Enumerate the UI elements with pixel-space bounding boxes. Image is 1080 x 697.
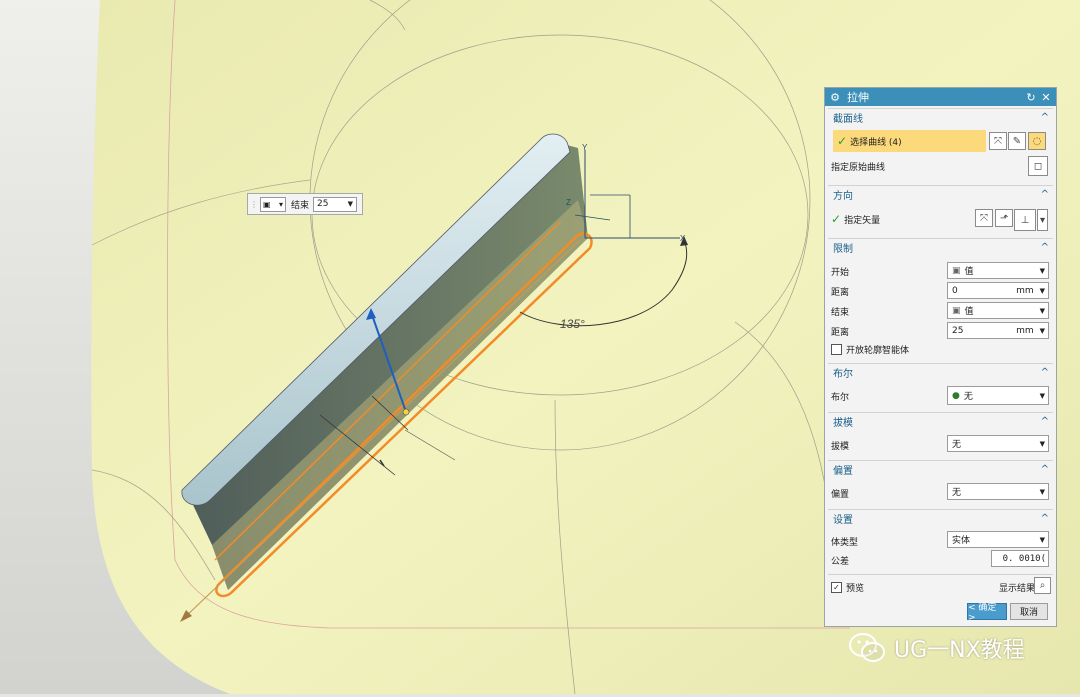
start-distance-input[interactable]: 0 mm ▼ [947, 282, 1049, 299]
direction-group: 方向 ^ [828, 185, 1053, 203]
specify-origin-row: 指定原始曲线 [831, 163, 886, 173]
body-type-label: 体类型 [831, 538, 859, 548]
curve-select-icon[interactable]: ◌ [1028, 132, 1046, 150]
start-type-select[interactable]: ▣ 值 ▼ [947, 262, 1049, 279]
limits-header[interactable]: 限制 ^ [828, 238, 1053, 256]
x-axis-label: X [680, 234, 686, 243]
offset-group: 偏置 ^ [828, 460, 1053, 478]
end-distance-input[interactable]: 25 mm ▼ [947, 322, 1049, 339]
watermark: UG一NX教程 [848, 628, 1025, 668]
tolerance-label: 公差 [831, 557, 850, 567]
grip-icon[interactable]: ⋮ [250, 200, 258, 209]
end-distance-handle-box: ⋮ ▣ ▾ 结束 25 ▼ [247, 193, 363, 215]
direction-header[interactable]: 方向 ^ [828, 185, 1053, 203]
boolean-icon: ● [952, 390, 960, 401]
settings-header[interactable]: 设置 ^ [828, 509, 1053, 527]
dialog-title: 拉伸 [847, 91, 869, 104]
open-profile-checkbox[interactable] [831, 344, 842, 355]
magnifier-icon[interactable]: ⌕ [1034, 577, 1051, 594]
tolerance-input[interactable]: 0. 0010( [991, 550, 1049, 567]
cube-icon: ▣ [952, 265, 961, 276]
body-type-select[interactable]: 实体 ▼ [947, 531, 1049, 548]
vector-type-icon[interactable]: ⊥ [1014, 209, 1036, 231]
cube-icon: ▣ [952, 305, 961, 316]
preview-checkbox[interactable]: ✓ [831, 582, 842, 593]
offset-header[interactable]: 偏置 ^ [828, 460, 1053, 478]
check-icon: ✓ [837, 134, 848, 148]
select-curve-row[interactable]: ✓ 选择曲线 (4) [833, 130, 986, 152]
dialog-titlebar: ⚙ 拉伸 ↻ ✕ [825, 88, 1056, 106]
offset-select[interactable]: 无 ▼ [947, 483, 1049, 500]
y-axis-label: Y [582, 143, 588, 152]
z-axis-label: Z [566, 198, 571, 207]
draft-group: 拔模 ^ [828, 412, 1053, 430]
boolean-header[interactable]: 布尔 ^ [828, 363, 1053, 381]
check-icon: ✓ [831, 212, 842, 226]
handle-label: 结束 [291, 200, 310, 211]
sketch-section-icon[interactable]: ✎ [1008, 132, 1026, 150]
vector-dialog-icon[interactable]: ⬏ [995, 209, 1013, 227]
end-type-select[interactable]: ▣ 值 ▼ [947, 302, 1049, 319]
limits-group: 限制 ^ [828, 238, 1053, 256]
preview-row[interactable]: ✓ 预览 [831, 581, 864, 594]
reset-icon[interactable]: ↻ [1025, 91, 1037, 104]
offset-label: 偏置 [831, 490, 850, 500]
wechat-icon [849, 633, 885, 662]
end-distance-label: 距离 [831, 328, 850, 338]
gear-icon[interactable]: ⚙ [829, 91, 841, 104]
start-distance-label: 距离 [831, 288, 850, 298]
section-group: 截面线 ^ [828, 108, 1053, 126]
angle-label: 135° [560, 317, 585, 331]
section-header[interactable]: 截面线 ^ [828, 108, 1053, 126]
specify-vector-row: ✓ 指定矢量 [831, 212, 881, 226]
reverse-direction-icon[interactable]: ⤧ [975, 209, 993, 227]
draft-label: 拔模 [831, 442, 850, 452]
origin-curve-icon[interactable]: ◻ [1028, 156, 1048, 176]
draft-select[interactable]: 无 ▼ [947, 435, 1049, 452]
end-label: 结束 [831, 308, 850, 318]
settings-group: 设置 ^ [828, 509, 1053, 527]
close-icon[interactable]: ✕ [1040, 91, 1052, 104]
value-type-dropdown[interactable]: ▣ ▾ [260, 196, 286, 212]
cancel-button[interactable]: 取消 [1010, 603, 1048, 620]
curve-rule-icon[interactable]: ⤧ [989, 132, 1007, 150]
handle-value-input[interactable]: 25 ▼ [313, 196, 358, 212]
open-profile-row[interactable]: 开放轮廓智能体 [831, 343, 909, 356]
start-label: 开始 [831, 268, 850, 278]
boolean-select[interactable]: ● 无 ▼ [947, 386, 1049, 405]
watermark-text: UG一NX教程 [894, 638, 1025, 663]
vector-type-dropdown[interactable]: ▾ [1037, 209, 1048, 231]
cube-icon: ▣ [263, 199, 271, 209]
show-result-label: 显示结果 [999, 584, 1036, 594]
boolean-label: 布尔 [831, 393, 850, 403]
extrude-dialog: ⚙ 拉伸 ↻ ✕ 截面线 ^ ✓ 选择曲线 (4) ⤧ ✎ ◌ 指定原始曲线 ◻ … [824, 87, 1057, 627]
ok-button[interactable]: < 确定 > [967, 603, 1007, 623]
draft-header[interactable]: 拔模 ^ [828, 412, 1053, 430]
boolean-group: 布尔 ^ [828, 363, 1053, 381]
